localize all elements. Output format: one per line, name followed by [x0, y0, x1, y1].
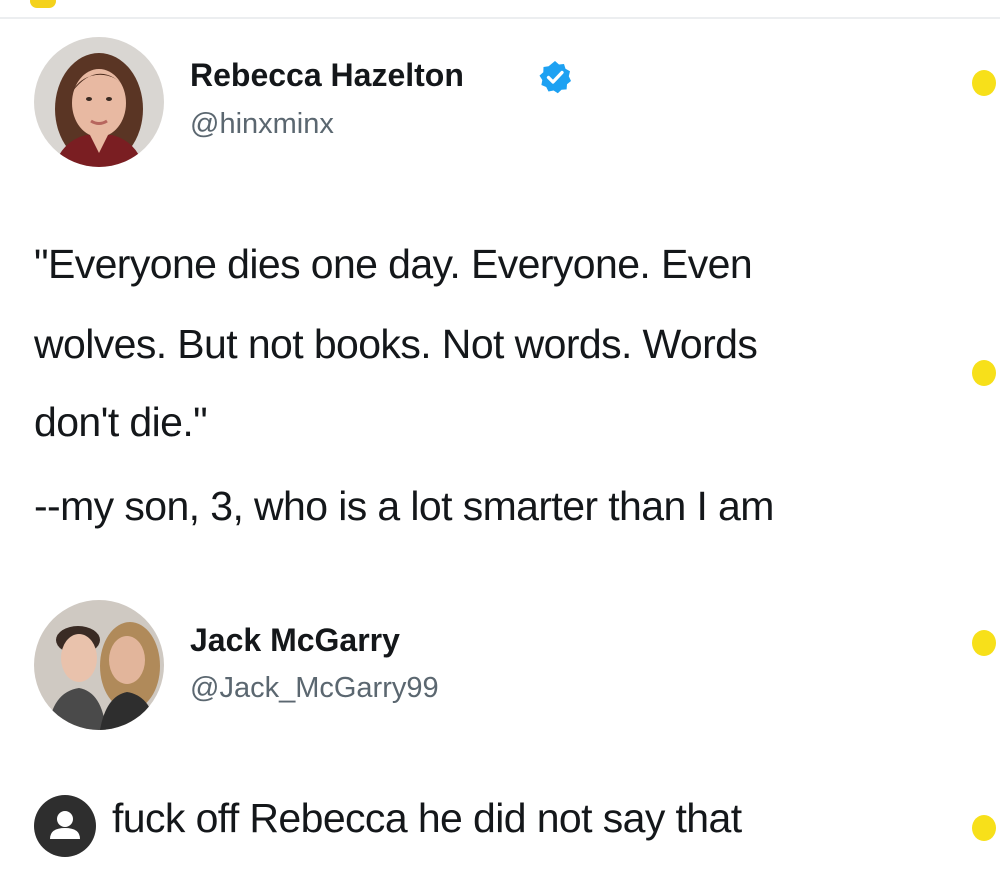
tweet-line-1: "Everyone dies one day. Everyone. Even — [34, 241, 753, 287]
bullet-dot-1 — [972, 70, 996, 96]
reply-text: fuck off Rebecca he did not say that — [112, 795, 742, 841]
profile-badge-button[interactable] — [34, 795, 96, 857]
top-bullet-dot — [30, 0, 56, 8]
rebecca-avatar[interactable] — [34, 37, 164, 167]
couple-photo-avatar-icon — [34, 600, 164, 730]
rebecca-handle[interactable]: @hinxminx — [190, 108, 334, 141]
bullet-dot-3 — [972, 630, 996, 656]
top-divider — [0, 17, 1000, 19]
tweet-line-4: --my son, 3, who is a lot smarter than I… — [34, 483, 774, 529]
woman-portrait-avatar-icon — [34, 37, 164, 167]
jack-handle[interactable]: @Jack_McGarry99 — [190, 672, 439, 705]
person-icon — [50, 811, 80, 839]
tweet-line-2: wolves. But not books. Not words. Words — [34, 321, 758, 367]
tweet-line-3: don't die." — [34, 399, 208, 445]
screenshot-page: Rebecca Hazelton @hinxminx "Everyone die… — [0, 0, 1000, 888]
bullet-dot-4 — [972, 815, 996, 841]
jack-name[interactable]: Jack McGarry — [190, 622, 400, 659]
rebecca-name[interactable]: Rebecca Hazelton — [190, 57, 464, 94]
bullet-dot-2 — [972, 360, 996, 386]
verified-badge-icon — [539, 61, 571, 94]
jack-avatar[interactable] — [34, 600, 164, 730]
